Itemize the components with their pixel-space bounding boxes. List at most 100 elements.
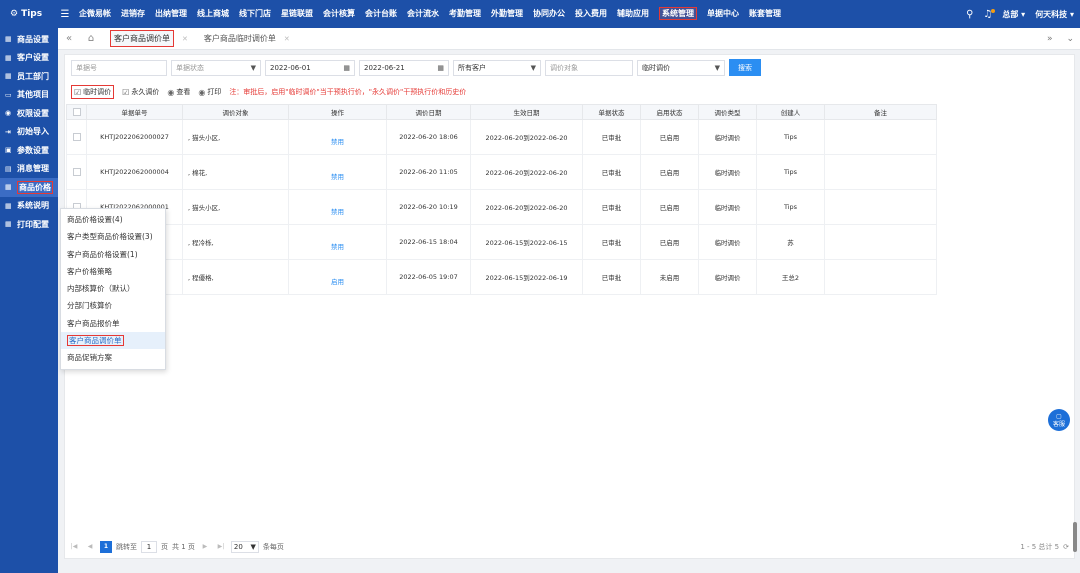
tab-customer-price-adjust[interactable]: 客户商品调价单 ✕ (102, 28, 196, 50)
search-icon[interactable]: ⚲ (966, 9, 973, 20)
menu-toggle-icon[interactable]: ☰ (58, 9, 72, 20)
next-page-icon[interactable]: ▶ (199, 541, 211, 553)
temp-adjust-button[interactable]: ☑ 临时调价 (71, 85, 115, 99)
sidebar-item[interactable]: ▤ 消息管理 (0, 160, 58, 179)
nav-item[interactable]: 考勤管理 (444, 0, 486, 28)
adjust-type-select[interactable]: 临时调价 ▼ (637, 59, 725, 76)
vertical-scrollbar[interactable] (1073, 522, 1077, 552)
table-row[interactable]: , 程優格, 启用 2022-06-05 19:07 2022-06-15到20… (66, 259, 937, 295)
checkbox[interactable] (72, 108, 81, 116)
checkbox[interactable] (72, 133, 81, 141)
disable-link[interactable]: 禁用 (331, 173, 344, 181)
row-select-cell[interactable] (66, 154, 87, 190)
column-header[interactable]: 启用状态 (640, 104, 699, 120)
nav-item[interactable]: 会计台账 (360, 0, 402, 28)
close-icon[interactable]: ✕ (182, 35, 188, 43)
submenu-item[interactable]: 客户类型商品价格设置(3) (61, 228, 165, 245)
nav-item[interactable]: 单据中心 (702, 0, 744, 28)
submenu-item[interactable]: 客户商品报价单 (61, 315, 165, 332)
search-button[interactable]: 搜索 (729, 59, 761, 76)
sidebar-item[interactable]: ⇥ 初始导入 (0, 123, 58, 142)
nav-item[interactable]: 外勤管理 (486, 0, 528, 28)
sidebar-item-goods-price[interactable]: ▦ 商品价格 (0, 178, 58, 197)
table-row[interactable]: KHTJ2022062000004 , 棉花, 禁用 2022-06-20 11… (66, 154, 937, 190)
nav-item[interactable]: 投入费用 (570, 0, 612, 28)
date-to-input[interactable]: 2022-06-21 ▦ (359, 59, 449, 76)
submenu-item[interactable]: 商品价格设置(4) (61, 211, 165, 228)
sidebar-item[interactable]: ▣ 参数设置 (0, 141, 58, 160)
nav-item[interactable]: 出纳管理 (150, 0, 192, 28)
nav-item[interactable]: 进销存 (116, 0, 150, 28)
sidebar-item[interactable]: ▭ 其他项目 (0, 86, 58, 105)
adjust-object-input[interactable]: 调价对象 (545, 59, 633, 76)
submenu-item-customer-price-adjust[interactable]: 客户商品调价单 (61, 332, 165, 350)
first-page-icon[interactable]: |◀ (68, 541, 80, 553)
bottom-strip (58, 562, 1080, 573)
customer-service-button[interactable]: ▢ 客服 (1048, 409, 1070, 431)
column-header[interactable]: 备注 (824, 104, 937, 120)
nav-item[interactable]: 账套管理 (744, 0, 786, 28)
user-menu[interactable]: 总部 ▾ (1002, 9, 1025, 20)
column-header[interactable]: 操作 (288, 104, 387, 120)
nav-item[interactable]: 会计核算 (318, 0, 360, 28)
disable-link[interactable]: 禁用 (331, 208, 344, 216)
bell-icon[interactable]: ♫ (983, 8, 996, 20)
view-button[interactable]: ◉ 查看 (167, 87, 190, 97)
last-page-icon[interactable]: ▶| (215, 541, 227, 553)
perm-adjust-button[interactable]: ☑ 永久调价 (122, 87, 159, 97)
submenu-item[interactable]: 客户价格策略 (61, 263, 165, 280)
refresh-icon[interactable]: ⟳ (1063, 543, 1069, 551)
home-icon[interactable]: ⌂ (80, 33, 102, 44)
date-from-input[interactable]: 2022-06-01 ▦ (265, 59, 355, 76)
chevron-down-icon[interactable]: ⌄ (1066, 34, 1074, 44)
table-row[interactable]: KHTJ2022062000001 , 猫头小区, 禁用 2022-06-20 … (66, 189, 937, 225)
brand-logo[interactable]: ⚙ Tips (0, 9, 58, 19)
nav-item[interactable]: 会计流水 (402, 0, 444, 28)
select-all-cell[interactable] (66, 104, 87, 120)
column-header[interactable]: 单据单号 (86, 104, 183, 120)
checkbox[interactable] (72, 168, 81, 176)
column-header[interactable]: 调价日期 (386, 104, 471, 120)
prev-page-icon[interactable]: ◀ (84, 541, 96, 553)
nav-item[interactable]: 协同办公 (528, 0, 570, 28)
row-select-cell[interactable] (66, 119, 87, 155)
submenu-item[interactable]: 分部门核算价 (61, 297, 165, 314)
nav-item[interactable]: 线下门店 (234, 0, 276, 28)
sidebar-item[interactable]: ▦ 客户设置 (0, 49, 58, 68)
submenu-item[interactable]: 商品促销方案 (61, 349, 165, 366)
doc-status-select[interactable]: 单据状态 ▼ (171, 59, 261, 76)
print-button[interactable]: ◉ 打印 (198, 87, 221, 97)
nav-item[interactable]: 辅助应用 (612, 0, 654, 28)
sidebar-item[interactable]: ◉ 权限设置 (0, 104, 58, 123)
table-row[interactable]: , 程冷栎, 禁用 2022-06-15 18:04 2022-06-15到20… (66, 224, 937, 260)
column-header[interactable]: 创建人 (756, 104, 825, 120)
column-header[interactable]: 调价类型 (698, 104, 757, 120)
page-input[interactable]: 1 (141, 541, 157, 553)
double-chevron-right-icon[interactable]: » (1047, 34, 1053, 44)
enable-link[interactable]: 启用 (331, 278, 344, 286)
current-page[interactable]: 1 (100, 541, 112, 553)
customer-select[interactable]: 所有客户 ▼ (453, 59, 541, 76)
nav-item[interactable]: 企微易帐 (74, 0, 116, 28)
column-header[interactable]: 生效日期 (470, 104, 583, 120)
nav-item-system-management[interactable]: 系统管理 (654, 0, 702, 28)
sidebar-item[interactable]: ▦ 打印配置 (0, 215, 58, 234)
column-header[interactable]: 调价对象 (182, 104, 289, 120)
column-header[interactable]: 单据状态 (582, 104, 641, 120)
disable-link[interactable]: 禁用 (331, 243, 344, 251)
doc-no-input[interactable]: 单据号 (71, 59, 167, 76)
table-row[interactable]: KHTJ2022062000027 , 猫头小区, 禁用 2022-06-20 … (66, 119, 937, 155)
page-size-select[interactable]: 20 ▼ (230, 541, 259, 553)
sidebar-item[interactable]: ▦ 系统说明 (0, 197, 58, 216)
close-icon[interactable]: ✕ (284, 35, 290, 43)
sidebar-item[interactable]: ▦ 员工部门 (0, 67, 58, 86)
submenu-item[interactable]: 内部核算价（默认） (61, 280, 165, 297)
disable-link[interactable]: 禁用 (331, 138, 344, 146)
submenu-item[interactable]: 客户商品价格设置(1) (61, 246, 165, 263)
double-chevron-left-icon[interactable]: « (58, 33, 80, 44)
nav-item[interactable]: 线上商城 (192, 0, 234, 28)
sidebar-item[interactable]: ▦ 商品设置 (0, 30, 58, 49)
nav-item[interactable]: 星链联盟 (276, 0, 318, 28)
tab-customer-temp-price-adjust[interactable]: 客户商品临时调价单 ✕ (196, 28, 298, 50)
company-menu[interactable]: 何天科技 ▾ (1035, 9, 1074, 20)
